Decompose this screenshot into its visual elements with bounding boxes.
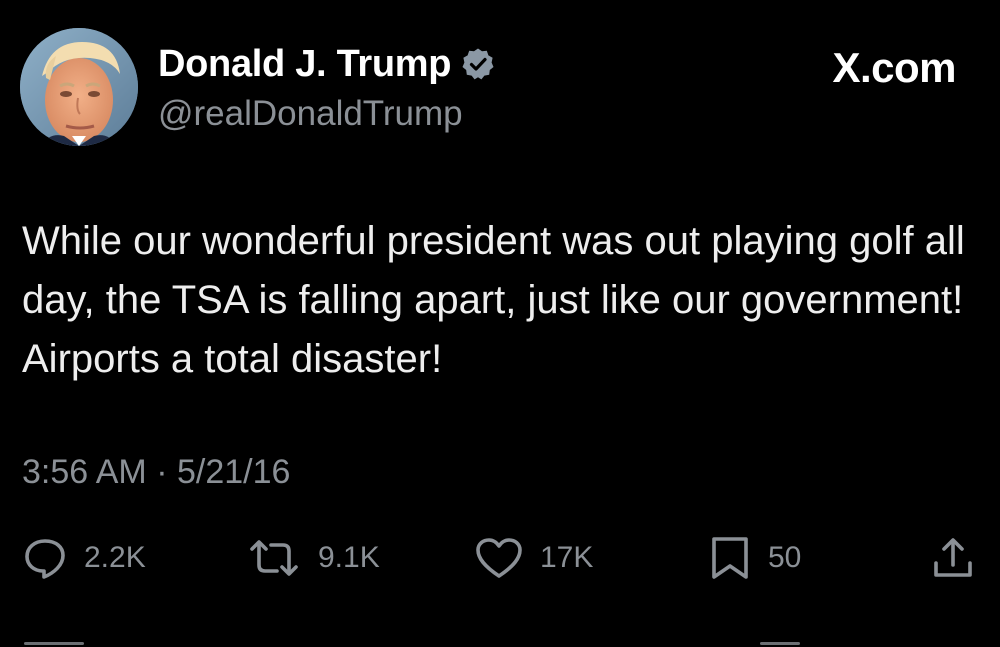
share-button[interactable] (930, 530, 976, 586)
reply-button[interactable]: 2.2K (22, 530, 146, 586)
x-brand-logo: X.com (832, 44, 956, 91)
author-name-row: Donald J. Trump (158, 40, 495, 88)
tweet-action-bar: 2.2K 9.1K 17K 50 (0, 530, 1000, 590)
like-count: 17K (540, 541, 594, 574)
like-button[interactable]: 17K (474, 530, 593, 586)
author-handle[interactable]: @realDonaldTrump (158, 92, 463, 136)
bookmark-button[interactable]: 50 (708, 530, 801, 586)
avatar-portrait-image (20, 28, 138, 146)
bookmark-icon (708, 535, 752, 581)
reply-icon (22, 535, 68, 581)
share-icon (930, 535, 976, 581)
repost-button[interactable]: 9.1K (246, 530, 380, 586)
tweet-card: Donald J. Trump @realDonaldTrump X.com W… (0, 0, 1000, 647)
repost-icon (246, 535, 302, 581)
bookmark-count: 50 (768, 541, 802, 574)
next-row-peek (24, 638, 84, 647)
heart-icon (474, 535, 524, 581)
verified-badge-icon (461, 47, 495, 81)
author-display-name[interactable]: Donald J. Trump (158, 40, 452, 88)
reply-count: 2.2K (84, 541, 146, 574)
tweet-text: While our wonderful president was out pl… (22, 219, 965, 381)
tweet-timestamp[interactable]: 3:56 AM · 5/21/16 (22, 452, 290, 492)
next-row-peek-right (760, 638, 800, 647)
avatar[interactable] (20, 28, 138, 146)
repost-count: 9.1K (318, 541, 380, 574)
